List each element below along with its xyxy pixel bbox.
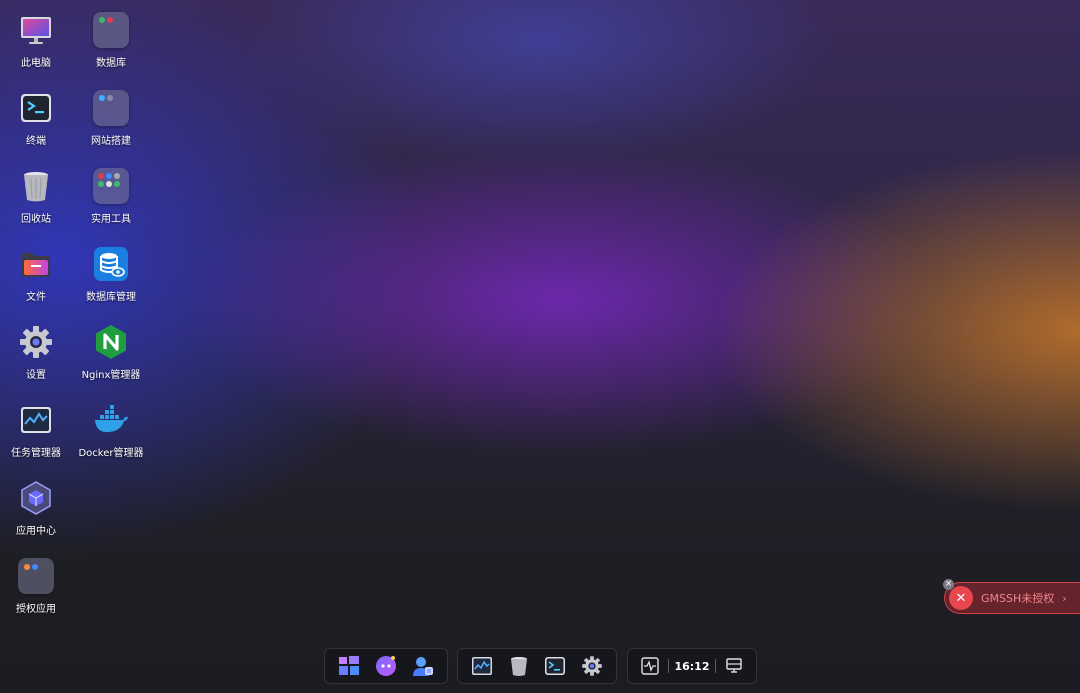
folder-icon (18, 246, 54, 282)
desktop-icon-app-center[interactable]: 应用中心 (0, 470, 72, 542)
desktop-icon-settings[interactable]: 设置 (0, 314, 72, 386)
desktop-icon-nginx-manager[interactable]: Nginx管理器 (75, 314, 147, 386)
assistant-icon[interactable] (373, 653, 399, 679)
desktop-icon-docker-manager[interactable]: Docker管理器 (75, 392, 147, 464)
desktop-icon-label: 数据库管理 (86, 292, 136, 303)
app-folder-icon (93, 12, 129, 48)
taskbar-group-tray: 16:12 (627, 648, 757, 684)
desktop-icon-label: 实用工具 (91, 214, 131, 225)
display-icon[interactable] (721, 653, 747, 679)
warning-icon: ✕ (949, 586, 973, 610)
desktop-icon-authorized-apps[interactable]: 授权应用 (0, 548, 72, 620)
app-folder-icon (93, 90, 129, 126)
recycle-bin-icon[interactable] (506, 653, 532, 679)
gear-icon (18, 324, 54, 360)
desktop-icon-utilities[interactable]: 实用工具 (75, 158, 147, 230)
desktop-icon-label: 任务管理器 (11, 448, 61, 459)
notice-text: GMSSH未授权 (981, 592, 1055, 605)
desktop-icon-label: 网站搭建 (91, 136, 131, 147)
user-icon[interactable] (410, 653, 436, 679)
terminal-icon[interactable] (542, 653, 568, 679)
desktop-icon-label: 授权应用 (16, 604, 56, 615)
desktop-icon-website-builder[interactable]: 网站搭建 (75, 80, 147, 152)
desktop-icon-label: Docker管理器 (78, 448, 144, 459)
close-icon[interactable]: × (943, 579, 954, 590)
desktop-icon-task-manager[interactable]: 任务管理器 (0, 392, 72, 464)
docker-icon (93, 402, 129, 438)
task-monitor-icon (18, 402, 54, 438)
nginx-icon (93, 324, 129, 360)
app-folder-icon (93, 168, 129, 204)
desktop-icon-label: 回收站 (21, 214, 51, 225)
desktop-icon-database-manager[interactable]: 数据库管理 (75, 236, 147, 308)
taskbar-group-apps (457, 648, 617, 684)
task-monitor-icon[interactable] (469, 653, 495, 679)
desktop-icons: 此电脑 终端 回收站 文件 设置 任务管理器 应用中心 授权应用 数据库 网站搭… (0, 0, 160, 640)
desktop-icon-label: 数据库 (96, 58, 126, 69)
clock[interactable]: 16:12 (674, 660, 709, 673)
desktop-icon-label: 终端 (26, 136, 46, 147)
desktop-icon-label: Nginx管理器 (81, 370, 141, 381)
app-center-icon (18, 480, 54, 516)
desktop-icon-label: 设置 (26, 370, 46, 381)
desktop-icon-label: 文件 (26, 292, 46, 303)
divider (668, 659, 670, 673)
desktop-icon-terminal[interactable]: 终端 (0, 80, 72, 152)
app-folder-icon (18, 558, 54, 594)
recycle-bin-icon (18, 168, 54, 204)
chevron-right-icon: › (1062, 591, 1067, 605)
desktop-icon-label: 此电脑 (21, 58, 51, 69)
gear-icon[interactable] (579, 653, 605, 679)
database-manager-icon (93, 246, 129, 282)
activity-icon[interactable] (637, 653, 663, 679)
unlicensed-notice[interactable]: × ✕ GMSSH未授权 › (943, 579, 1080, 614)
desktop-icon-recycle-bin[interactable]: 回收站 (0, 158, 72, 230)
start-menu-icon[interactable] (336, 653, 362, 679)
computer-icon (18, 12, 54, 48)
desktop-icon-this-pc[interactable]: 此电脑 (0, 2, 72, 74)
desktop-icon-database[interactable]: 数据库 (75, 2, 147, 74)
divider (714, 659, 716, 673)
taskbar-group-launch (324, 648, 448, 684)
desktop-icon-files[interactable]: 文件 (0, 236, 72, 308)
terminal-icon (18, 90, 54, 126)
desktop-icon-label: 应用中心 (16, 526, 56, 537)
